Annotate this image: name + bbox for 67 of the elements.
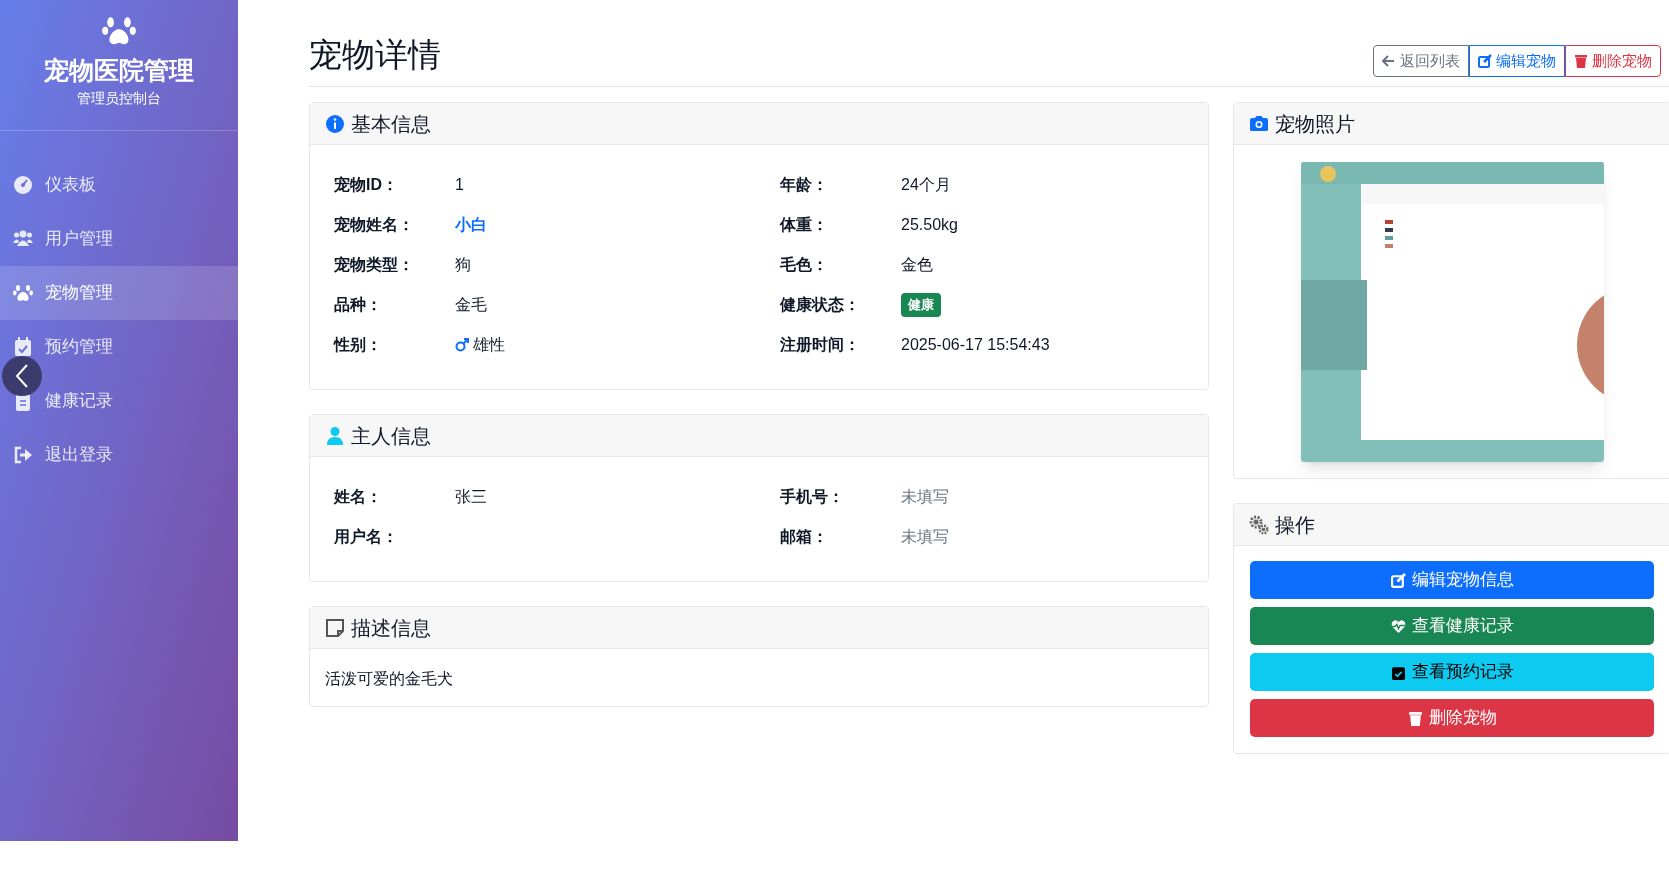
male-symbol-icon [455, 338, 469, 352]
logout-icon [13, 445, 33, 465]
gauge-icon [13, 175, 33, 195]
field-label: 注册时间： [780, 335, 861, 355]
sidebar-item[interactable]: 宠物管理 [0, 266, 238, 320]
field-value: 未填写 [901, 527, 949, 547]
paw-icon [102, 14, 136, 46]
arrow-left-icon [1382, 54, 1396, 68]
field-label: 宠物类型： [334, 255, 415, 275]
field-label: 手机号： [780, 487, 845, 507]
field-value: 张三 [455, 487, 487, 507]
field-label: 用户名： [334, 527, 399, 547]
card-title: 宠物照片 [1275, 111, 1355, 137]
person-icon [325, 425, 345, 446]
edit-button[interactable]: 编辑宠物信息 [1250, 561, 1654, 599]
card-title: 基本信息 [351, 111, 431, 137]
health-records-button[interactable]: 查看健康记录 [1250, 607, 1654, 645]
note-icon [325, 617, 345, 638]
field-label: 毛色： [780, 255, 829, 275]
appointments-button[interactable]: 查看预约记录 [1250, 653, 1654, 691]
paw-icon [13, 283, 33, 303]
back-button[interactable]: 返回列表 [1373, 45, 1469, 77]
page-title: 宠物详情 [309, 35, 441, 75]
card-title: 主人信息 [351, 423, 431, 449]
edit-icon [1390, 572, 1406, 588]
trash-icon [1574, 54, 1588, 68]
field-value: 狗 [455, 255, 471, 275]
field-value: 金色 [901, 255, 933, 275]
camera-icon [1249, 113, 1269, 134]
heart-pulse-icon [1390, 618, 1406, 634]
sidebar-item[interactable]: 用户管理 [0, 212, 238, 266]
field-label: 宠物姓名： [334, 215, 415, 235]
field-label: 性别： [334, 335, 383, 355]
sidebar-item[interactable]: 仪表板 [0, 158, 238, 212]
field-label: 邮箱： [780, 527, 829, 547]
field-value: 2025-06-17 15:54:43 [901, 335, 1050, 355]
sidebar-item[interactable]: 预约管理 [0, 320, 238, 374]
field-value: 1 [455, 175, 464, 195]
field-label: 宠物ID： [334, 175, 399, 195]
field-label: 体重： [780, 215, 829, 235]
edit-button[interactable]: 编辑宠物 [1469, 45, 1565, 77]
field-label: 年龄： [780, 175, 829, 195]
app-subtitle: 管理员控制台 [77, 89, 161, 108]
field-value: 24个月 [901, 175, 951, 195]
field-label: 姓名： [334, 487, 383, 507]
field-value: 小白 [455, 215, 487, 235]
calendar-icon [13, 337, 33, 357]
card-title: 操作 [1275, 512, 1315, 538]
field-value: 金毛 [455, 295, 487, 315]
delete-button[interactable]: 删除宠物 [1250, 699, 1654, 737]
status-badge: 健康 [901, 293, 941, 317]
card-title: 描述信息 [351, 615, 431, 641]
field-value: 未填写 [901, 487, 949, 507]
delete-button[interactable]: 删除宠物 [1565, 45, 1661, 77]
info-icon [325, 113, 345, 134]
calendar-icon [1390, 664, 1406, 680]
description-text: 活泼可爱的金毛犬 [325, 669, 454, 689]
app-title: 宠物医院管理 [44, 55, 194, 86]
sidebar-item[interactable]: 退出登录 [0, 428, 238, 482]
trash-icon [1407, 710, 1423, 726]
field-label: 品种： [334, 295, 383, 315]
users-icon [13, 229, 33, 249]
edit-icon [1478, 54, 1492, 68]
field-value: 雄性 [473, 335, 505, 355]
field-value: 25.50kg [901, 215, 958, 235]
field-label: 健康状态： [780, 295, 861, 315]
chevron-left-icon [15, 363, 29, 389]
